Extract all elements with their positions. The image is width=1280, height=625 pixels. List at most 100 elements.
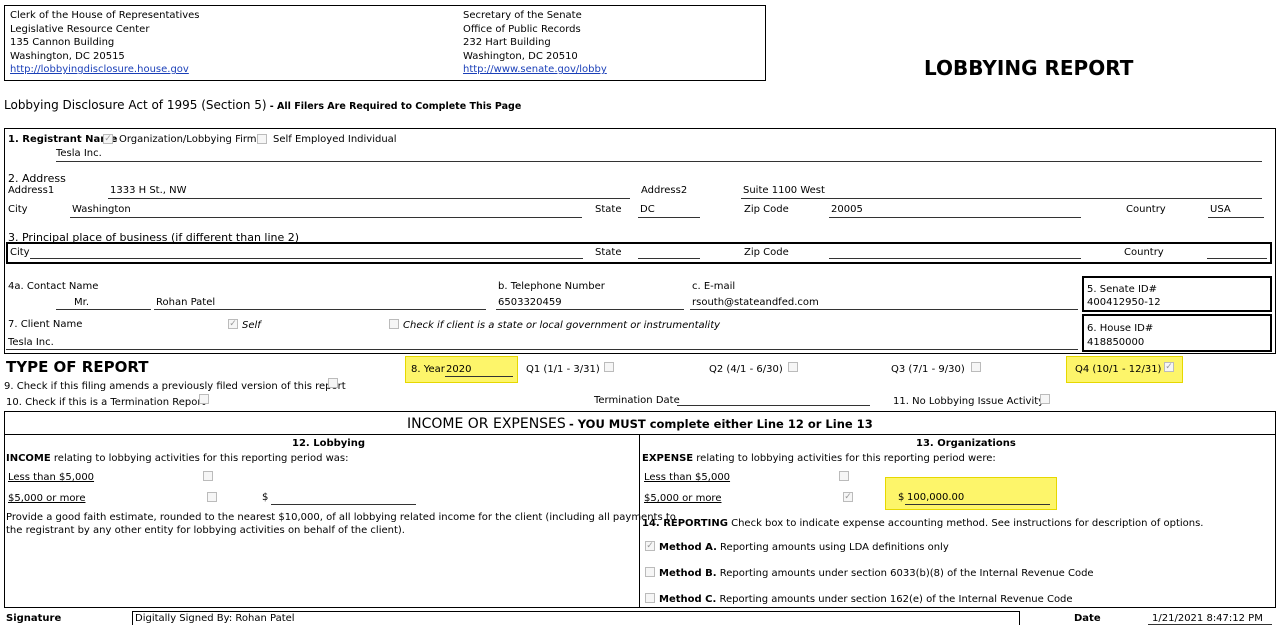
clerk-line3: 135 Cannon Building: [10, 37, 115, 48]
country-value[interactable]: USA: [1210, 204, 1231, 215]
state-value[interactable]: DC: [640, 204, 655, 215]
senate-id-value: 400412950-12: [1087, 297, 1161, 308]
email-underline: [690, 309, 1078, 310]
email-label: c. E-mail: [692, 281, 736, 292]
lobbying-dollar-sign: $: [262, 492, 269, 503]
method-c-checkbox[interactable]: [645, 593, 655, 603]
zip-underline: [829, 217, 1081, 218]
amend-label: 9. Check if this filing amends a previou…: [4, 381, 346, 392]
method-b-text: Reporting amounts under section 6033(b)(…: [716, 568, 1094, 579]
year-underline: [445, 376, 513, 377]
organizations-intro-rest: relating to lobbying activities for this…: [693, 453, 996, 464]
termination-label: 10. Check if this is a Termination Repor…: [6, 397, 206, 408]
lobbying-estimate-line1: Provide a good faith estimate, rounded t…: [6, 512, 676, 523]
contact-name-underline: [154, 309, 486, 310]
report-title: LOBBYING REPORT: [924, 56, 1134, 80]
year-value[interactable]: 2020: [446, 364, 471, 375]
lobbying-amount-underline[interactable]: [271, 504, 416, 505]
house-id-label: 6. House ID#: [1087, 323, 1154, 334]
client-state-checkbox[interactable]: [389, 319, 399, 329]
principal-zip-underline: [829, 258, 1081, 259]
method-a-checkbox[interactable]: [645, 541, 655, 551]
reporting-bold: 14. REPORTING: [642, 518, 728, 529]
lobbying-or-more: $5,000 or more: [8, 493, 86, 504]
client-self-label: Self: [242, 320, 261, 331]
lobbying-intro: INCOME relating to lobbying activities f…: [6, 453, 349, 464]
contact-prefix[interactable]: Mr.: [74, 297, 89, 308]
termination-checkbox[interactable]: [199, 394, 209, 404]
principal-country-label: Country: [1124, 247, 1164, 258]
address2-label: Address2: [641, 185, 688, 196]
city-label: City: [8, 204, 28, 215]
no-activity-label: 11. No Lobbying Issue Activity: [893, 396, 1045, 407]
client-name-underline: [6, 349, 1078, 350]
contact-prefix-underline: [56, 309, 151, 310]
principal-state-label: State: [595, 247, 622, 258]
clerk-line1: Clerk of the House of Representatives: [10, 10, 200, 21]
senate-lobby-link[interactable]: http://www.senate.gov/lobby: [463, 64, 607, 75]
method-a-label: Method A. Reporting amounts using LDA de…: [659, 542, 949, 553]
act-title: Lobbying Disclosure Act of 1995 (Section…: [4, 98, 267, 112]
organizations-less-than: Less than $5,000: [644, 472, 731, 483]
address2-underline: [741, 198, 1262, 199]
zip-value[interactable]: 20005: [831, 204, 863, 215]
address2-value[interactable]: Suite 1100 West: [743, 185, 825, 196]
lobbying-or-more-checkbox[interactable]: [207, 492, 217, 502]
registrant-name-underline: [56, 161, 1262, 162]
self-employed-checkbox[interactable]: [257, 134, 267, 144]
principal-zip-label: Zip Code: [744, 247, 789, 258]
method-a-bold: Method A.: [659, 542, 717, 553]
q3-checkbox[interactable]: [971, 362, 981, 372]
client-state-label: Check if client is a state or local gove…: [403, 320, 721, 331]
year-label: 8. Year: [411, 364, 445, 375]
reporting-rest: Check box to indicate expense accounting…: [727, 518, 1204, 529]
organizations-amount[interactable]: 100,000.00: [907, 492, 964, 503]
no-activity-checkbox[interactable]: [1040, 394, 1050, 404]
email-value[interactable]: rsouth@stateandfed.com: [692, 297, 819, 308]
client-self-checkbox[interactable]: [228, 319, 238, 329]
act-title-row: Lobbying Disclosure Act of 1995 (Section…: [4, 98, 521, 112]
q4-checkbox[interactable]: [1164, 362, 1174, 372]
method-b-checkbox[interactable]: [645, 567, 655, 577]
org-checkbox[interactable]: [103, 134, 113, 144]
clerk-line4: Washington, DC 20515: [10, 50, 125, 62]
income-heading-note: - YOU MUST complete either Line 12 or Li…: [568, 417, 873, 431]
method-b-bold: Method B.: [659, 568, 717, 579]
address1-value[interactable]: 1333 H St., NW: [110, 185, 187, 196]
q2-checkbox[interactable]: [788, 362, 798, 372]
amend-checkbox[interactable]: [328, 378, 338, 388]
q1-checkbox[interactable]: [604, 362, 614, 372]
date-value: 1/21/2021 8:47:12 PM: [1152, 613, 1263, 624]
lobbying-less-than: Less than $5,000: [8, 472, 95, 483]
country-underline: [1208, 217, 1264, 218]
client-name-value[interactable]: Tesla Inc.: [8, 337, 54, 348]
organizations-or-more-checkbox[interactable]: [843, 492, 853, 502]
q1-label: Q1 (1/1 - 3/31): [526, 364, 600, 375]
senate-line1: Secretary of the Senate: [463, 10, 582, 21]
lobbying-intro-bold: INCOME: [6, 453, 51, 464]
registrant-name-value[interactable]: Tesla Inc.: [56, 148, 102, 159]
contact-name[interactable]: Rohan Patel: [156, 297, 215, 308]
registrant-label: 1. Registrant Name: [8, 134, 117, 145]
method-a-text: Reporting amounts using LDA definitions …: [716, 542, 949, 553]
address1-label: Address1: [8, 185, 55, 196]
method-c-label: Method C. Reporting amounts under sectio…: [659, 594, 1073, 605]
senate-id-label: 5. Senate ID#: [1087, 284, 1157, 295]
act-note: - All Filers Are Required to Complete Th…: [269, 101, 522, 112]
income-heading-divider: [5, 434, 1275, 435]
organizations-amount-underline: [905, 504, 1050, 505]
address1-underline: [108, 198, 630, 199]
house-id-value: 418850000: [1087, 337, 1145, 348]
principal-state-underline: [638, 258, 700, 259]
phone-value[interactable]: 6503320459: [498, 297, 562, 308]
house-disclosure-link[interactable]: http://lobbyingdisclosure.house.gov: [10, 64, 189, 75]
organizations-less-than-checkbox[interactable]: [839, 471, 849, 481]
city-value[interactable]: Washington: [72, 204, 131, 215]
clerk-address: Clerk of the House of Representatives Le…: [10, 9, 200, 77]
organizations-or-more: $5,000 or more: [644, 493, 722, 504]
q3-label: Q3 (7/1 - 9/30): [891, 364, 965, 375]
registrant-name-label: 1. Registrant Name: [8, 134, 118, 145]
address-section-label: 2. Address: [8, 172, 66, 185]
organizations-intro-bold: EXPENSE: [642, 453, 694, 464]
lobbying-less-than-checkbox[interactable]: [203, 471, 213, 481]
